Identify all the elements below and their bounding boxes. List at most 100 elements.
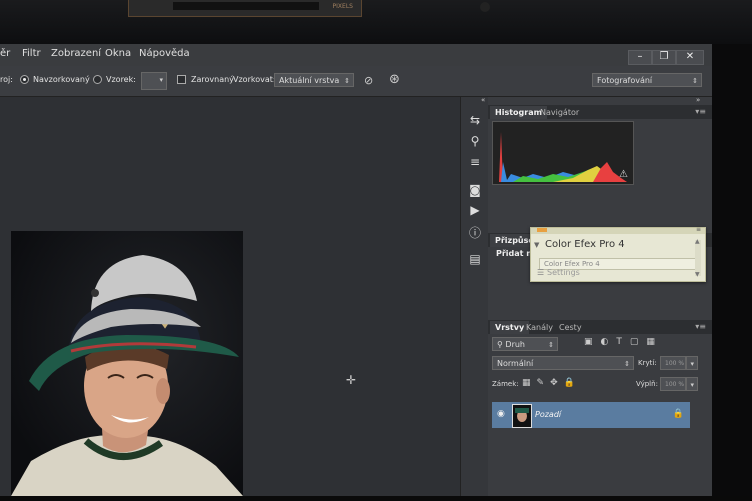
layer-comps-icon[interactable]: ▤: [468, 252, 482, 266]
badge-label: PIXELS: [332, 3, 353, 10]
workspace-select[interactable]: Fotografování ⇕: [592, 73, 702, 87]
popup-close-icon[interactable]: [537, 228, 547, 232]
fill-label: Výplň:: [636, 380, 658, 388]
scroll-up-icon[interactable]: ▲: [695, 238, 700, 245]
layer-thumbnail: [512, 404, 532, 428]
smart-object-filter-icon[interactable]: ▦: [646, 337, 663, 347]
ignore-adjustment-icon[interactable]: ⊘: [364, 74, 373, 87]
menu-item-partial[interactable]: ěr: [0, 48, 10, 59]
tab-channels[interactable]: Kanály: [521, 321, 558, 334]
radio-navzorkovany[interactable]: [20, 75, 29, 84]
panel-menu-icon[interactable]: ▾≡: [695, 107, 706, 116]
settings-icon[interactable]: ☰: [537, 268, 544, 277]
monitor-bezel-top: PIXELS: [0, 0, 752, 44]
popup-menu-icon[interactable]: ≡: [696, 226, 701, 233]
chevron-down-icon: ▾: [690, 381, 694, 389]
popup-settings-label[interactable]: Settings: [547, 268, 580, 277]
play-actions-icon[interactable]: ▶: [468, 203, 482, 217]
popup-titlebar: ≡: [531, 226, 705, 234]
panel-menu-icon[interactable]: ▾≡: [695, 322, 706, 331]
chevron-down-icon: ▾: [690, 360, 694, 368]
tab-paths[interactable]: Cesty: [554, 321, 587, 334]
chevron-down-icon: ⇕: [344, 77, 350, 85]
type-filter-icon[interactable]: T: [616, 337, 630, 347]
photoshop-window: ěr Filtr Zobrazení Okna Nápověda – ❐ ✕ r…: [0, 44, 712, 496]
fill-dropdown[interactable]: ▾: [686, 377, 698, 391]
fill-field[interactable]: 100 %: [660, 377, 686, 391]
histogram-graph: [492, 121, 634, 185]
chevron-down-icon: ⇕: [548, 341, 554, 349]
opacity-field[interactable]: 100 %: [660, 356, 686, 370]
lock-label: Zámek:: [492, 380, 519, 388]
crosshair-cursor-icon: ✛: [346, 373, 357, 387]
radio-vzorek-label: Vzorek:: [106, 75, 136, 84]
sample-layer-select[interactable]: Aktuální vrstva ⇕: [274, 73, 354, 87]
options-bar: roj: Navzorkovaný Vzorek: ▾ Zarovnaný Vz…: [0, 66, 712, 97]
chevron-down-icon: ⇕: [624, 360, 630, 368]
menu-item-zobrazeni[interactable]: Zobrazení: [51, 48, 101, 59]
layer-row-background[interactable]: ◉ Pozadí 🔒: [492, 402, 690, 428]
lock-pixels-icon[interactable]: ✎: [537, 378, 551, 388]
image-filter-icon[interactable]: ▣: [584, 337, 601, 347]
aligned-checkbox[interactable]: [177, 75, 186, 84]
clone-source-icon[interactable]: ◙: [468, 183, 482, 197]
layer-filter-value: Druh: [505, 340, 525, 349]
layer-filter-icons: ▣◐T▢▦: [584, 337, 663, 347]
histogram-chart: [499, 132, 627, 182]
tab-navigator[interactable]: Navigátor: [535, 106, 584, 119]
panel-icon-strip: « ⇆ ⚲ ≡ ◙ ▶ ⓘ ▤: [460, 96, 489, 496]
layers-tabbar: Vrstvy Kanály Cesty ▾≡: [488, 320, 712, 334]
lock-position-icon[interactable]: ✥: [550, 378, 564, 388]
sample-field-caret-icon: ▾: [159, 76, 163, 84]
blend-mode-value: Normální: [497, 359, 534, 368]
portrait-illustration: [11, 255, 243, 496]
menu-item-napoveda[interactable]: Nápověda: [139, 48, 190, 59]
menu-item-okna[interactable]: Okna: [105, 48, 131, 59]
lock-all-icon[interactable]: 🔒: [564, 378, 581, 388]
options-cut-label: roj:: [0, 75, 13, 84]
minimize-button[interactable]: –: [628, 50, 652, 65]
aligned-label: Zarovnaný: [191, 75, 234, 84]
collapse-icon[interactable]: «: [481, 96, 485, 104]
warning-triangle-icon[interactable]: ⚠: [619, 169, 628, 180]
menu-bar: ěr Filtr Zobrazení Okna Nápověda – ❐ ✕: [0, 44, 712, 66]
expand-icon[interactable]: »: [696, 96, 700, 104]
adjustment-filter-icon[interactable]: ◐: [601, 337, 617, 347]
menu-item-filtr[interactable]: Filtr: [22, 48, 41, 59]
right-panel-dock: » Histogram Navigátor ▾≡ ⚠ Přizpůsobení …: [488, 96, 712, 496]
sample-label: Vzorkovat:: [233, 75, 276, 84]
layer-lock-icon: 🔒: [672, 409, 684, 419]
monitor-bezel-bottom: [0, 496, 752, 501]
popup-scrollbar[interactable]: ▲ ▼: [695, 238, 701, 278]
sample-field[interactable]: ▾: [141, 72, 167, 90]
scroll-down-icon[interactable]: ▼: [695, 271, 700, 278]
history-icon[interactable]: ⇆: [468, 113, 482, 127]
disclosure-triangle-icon[interactable]: ▼: [534, 241, 539, 249]
radio-navzorkovany-label: Navzorkovaný: [33, 75, 90, 84]
popup-title: Color Efex Pro 4: [545, 239, 625, 250]
color-efex-popup: ≡ ▼ Color Efex Pro 4 Color Efex Pro 4 ☰ …: [530, 226, 706, 282]
document-canvas[interactable]: ✛: [0, 97, 460, 496]
blend-mode-select[interactable]: Normální ⇕: [492, 356, 634, 370]
radio-vzorek[interactable]: [93, 75, 102, 84]
sample-layer-value: Aktuální vrstva: [279, 76, 340, 85]
close-button[interactable]: ✕: [676, 50, 704, 65]
opacity-label: Krytí:: [638, 359, 657, 367]
sliders-icon[interactable]: ≡: [468, 155, 482, 169]
layer-filter-select[interactable]: ⚲ Druh ⇕: [492, 337, 558, 351]
shape-filter-icon[interactable]: ▢: [630, 337, 647, 347]
brush-icon[interactable]: ⚲: [468, 134, 482, 148]
restore-button[interactable]: ❐: [652, 50, 676, 65]
badge-slot: [173, 2, 319, 10]
histogram-tabbar: Histogram Navigátor ▾≡: [488, 105, 712, 119]
eye-visibility-icon[interactable]: ◉: [497, 409, 505, 419]
info-icon[interactable]: ⓘ: [468, 224, 482, 241]
pressure-brush-icon[interactable]: ⊛: [389, 72, 400, 87]
lock-transparency-icon[interactable]: ▦: [522, 378, 537, 388]
monitor-badge: PIXELS: [128, 0, 362, 17]
layer-name[interactable]: Pozadí: [535, 410, 561, 419]
chevron-down-icon: ⇕: [692, 77, 698, 85]
monitor-bezel-right: [712, 44, 752, 501]
lock-icons: ▦✎✥🔒: [522, 378, 581, 388]
opacity-dropdown[interactable]: ▾: [686, 356, 698, 370]
